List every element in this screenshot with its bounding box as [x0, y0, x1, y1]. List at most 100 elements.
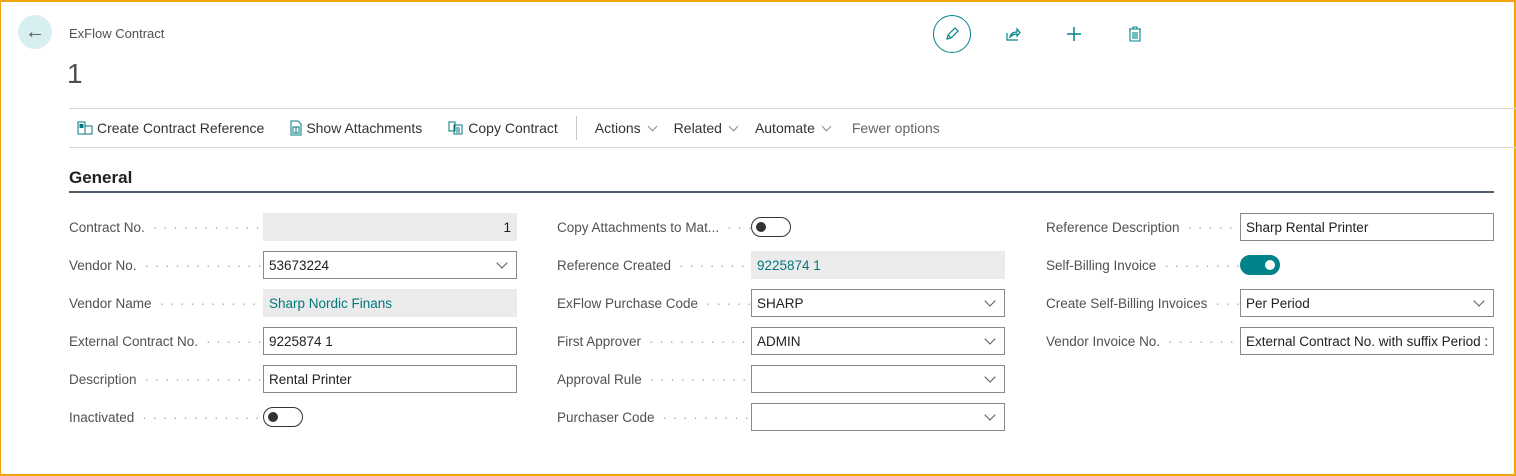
reference-created-field[interactable]: 9225874 1	[751, 251, 1005, 279]
exflow-purchase-code-label: ExFlow Purchase Code	[557, 296, 751, 311]
field-label: Reference Description	[1046, 219, 1180, 235]
chevron-down-icon	[728, 121, 739, 131]
chevron-down-icon[interactable]	[984, 409, 996, 421]
vendor-name-field[interactable]: Sharp Nordic Finans	[263, 289, 517, 317]
arrow-left-icon: ←	[25, 20, 45, 43]
section-divider	[69, 191, 1494, 193]
create-self-billing-invoices-dropdown[interactable]: Per Period	[1240, 289, 1494, 317]
field-value: ADMIN	[757, 333, 801, 349]
external-contract-no-label: External Contract No.	[69, 334, 263, 349]
field-value: 53673224	[269, 257, 330, 273]
reference-icon	[77, 121, 93, 135]
field-row-copy-attachments-to-mat: Copy Attachments to Mat...	[557, 213, 791, 241]
field-row-reference-created: Reference Created 9225874 1	[557, 251, 1005, 279]
delete-button[interactable]	[1116, 15, 1154, 53]
new-button[interactable]	[1055, 15, 1093, 53]
attachment-icon	[290, 120, 302, 136]
vendor-no-label: Vendor No.	[69, 258, 263, 273]
field-row-approval-rule: Approval Rule	[557, 365, 1005, 393]
field-row-purchaser-code: Purchaser Code	[557, 403, 1005, 431]
purchaser-code-label: Purchaser Code	[557, 410, 751, 425]
copy-contract-label: Copy Contract	[468, 120, 558, 136]
back-button[interactable]: ←	[18, 15, 52, 49]
field-label: Vendor No.	[69, 257, 137, 273]
chevron-down-icon[interactable]	[496, 257, 508, 269]
field-value: External Contract No. with suffix Period…	[1246, 333, 1489, 349]
automate-menu[interactable]: Automate	[754, 120, 832, 136]
first-approver-label: First Approver	[557, 334, 751, 349]
show-attachments-button[interactable]: Show Attachments	[290, 120, 422, 136]
field-label: External Contract No.	[69, 333, 199, 349]
edit-button[interactable]	[933, 15, 971, 53]
inactivated-toggle[interactable]	[263, 407, 303, 427]
field-label: Approval Rule	[557, 371, 642, 387]
field-row-vendor-name: Vendor Name Sharp Nordic Finans	[69, 289, 517, 317]
field-row-vendor-invoice-no: Vendor Invoice No. External Contract No. …	[1046, 327, 1494, 355]
field-value: 1	[503, 219, 511, 235]
reference-description-label: Reference Description	[1046, 220, 1240, 235]
chevron-down-icon[interactable]	[1473, 295, 1485, 307]
field-label: Contract No.	[69, 219, 145, 235]
vendor-name-label: Vendor Name	[69, 296, 263, 311]
field-label: Description	[69, 371, 137, 387]
section-general-title[interactable]: General	[69, 168, 132, 188]
contract-no-label: Contract No.	[69, 220, 263, 235]
chevron-down-icon[interactable]	[984, 295, 996, 307]
toggle-knob	[1265, 260, 1275, 270]
vendor-invoice-no-field[interactable]: External Contract No. with suffix Period…	[1240, 327, 1494, 355]
approval-rule-dropdown[interactable]	[751, 365, 1005, 393]
actions-menu-label: Actions	[594, 120, 641, 136]
related-menu-label: Related	[673, 120, 722, 136]
field-row-exflow-purchase-code: ExFlow Purchase Code SHARP	[557, 289, 1005, 317]
field-label: Inactivated	[69, 409, 135, 425]
copy-attachments-to-mat-toggle[interactable]	[751, 217, 791, 237]
field-value: Rental Printer	[269, 371, 352, 387]
show-attachments-label: Show Attachments	[306, 120, 423, 136]
exflow-purchase-code-dropdown[interactable]: SHARP	[751, 289, 1005, 317]
purchaser-code-dropdown[interactable]	[751, 403, 1005, 431]
field-label: First Approver	[557, 333, 642, 349]
field-label: Copy Attachments to Mat...	[557, 219, 720, 235]
copy-attachments-to-mat-label: Copy Attachments to Mat...	[557, 220, 751, 235]
field-row-contract-no: Contract No. 1	[69, 213, 517, 241]
reference-created-label: Reference Created	[557, 258, 751, 273]
share-icon	[1006, 27, 1021, 41]
field-row-description: Description Rental Printer	[69, 365, 517, 393]
field-label: ExFlow Purchase Code	[557, 295, 699, 311]
field-value: Per Period	[1246, 295, 1310, 311]
chevron-down-icon[interactable]	[984, 333, 996, 345]
automate-menu-label: Automate	[754, 120, 815, 136]
vendor-invoice-no-label: Vendor Invoice No.	[1046, 334, 1240, 349]
self-billing-invoice-label: Self-Billing Invoice	[1046, 258, 1240, 273]
field-row-first-approver: First Approver ADMIN	[557, 327, 1005, 355]
fewer-options-button[interactable]: Fewer options	[852, 120, 940, 136]
copy-contract-button[interactable]: Copy Contract	[448, 120, 558, 136]
plus-icon	[1067, 27, 1081, 41]
create-contract-reference-button[interactable]: Create Contract Reference	[77, 120, 264, 136]
field-row-vendor-no: Vendor No. 53673224	[69, 251, 517, 279]
field-label: Vendor Invoice No.	[1046, 333, 1161, 349]
field-row-self-billing-invoice: Self-Billing Invoice	[1046, 251, 1280, 279]
create-contract-reference-label: Create Contract Reference	[97, 120, 265, 136]
toggle-knob	[756, 222, 766, 232]
field-value: Sharp Rental Printer	[1246, 219, 1369, 235]
first-approver-dropdown[interactable]: ADMIN	[751, 327, 1005, 355]
field-row-external-contract-no: External Contract No. 9225874 1	[69, 327, 517, 355]
field-label: Self-Billing Invoice	[1046, 257, 1157, 273]
field-row-create-self-billing-invoices: Create Self-Billing Invoices Per Period	[1046, 289, 1494, 317]
chevron-down-icon[interactable]	[984, 371, 996, 383]
vendor-no-dropdown[interactable]: 53673224	[263, 251, 517, 279]
field-value: SHARP	[757, 295, 804, 311]
reference-description-field[interactable]: Sharp Rental Printer	[1240, 213, 1494, 241]
contract-no-field: 1	[263, 213, 517, 241]
self-billing-invoice-toggle[interactable]	[1240, 255, 1280, 275]
breadcrumb: ExFlow Contract	[69, 26, 165, 41]
field-value: Sharp Nordic Finans	[269, 295, 393, 311]
share-button[interactable]	[994, 15, 1032, 53]
actions-menu[interactable]: Actions	[594, 120, 658, 136]
page-title: 1	[67, 58, 83, 89]
related-menu[interactable]: Related	[673, 120, 739, 136]
description-field[interactable]: Rental Printer	[263, 365, 517, 393]
field-label: Reference Created	[557, 257, 672, 273]
external-contract-no-field[interactable]: 9225874 1	[263, 327, 517, 355]
